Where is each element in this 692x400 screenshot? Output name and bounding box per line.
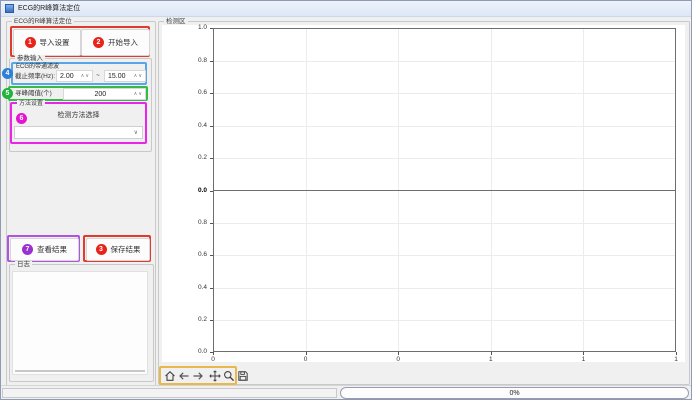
save-results-label: 保存结果 (111, 244, 141, 255)
progress-label: 0% (509, 390, 519, 397)
log-textarea[interactable] (12, 271, 148, 375)
log-group-title: 日志 (15, 261, 32, 269)
start-import-button[interactable]: 2 开始导入 (81, 29, 150, 56)
app-icon (5, 4, 14, 13)
progress-bar: 0% (340, 387, 689, 399)
log-scrollbar[interactable] (15, 370, 145, 372)
high-cutoff-value: 15.00 (105, 73, 134, 80)
annotation-badge-1: 1 (25, 37, 36, 48)
spinner-up-down-icon[interactable]: ∧∨ (81, 73, 92, 79)
app-window: ECG的R峰算法定位 ECG的R峰算法定位 1 导入设置 2 开始导入 参数输入… (0, 0, 692, 400)
zoom-icon[interactable] (223, 370, 235, 382)
annotation-box-toolbar (159, 366, 237, 385)
view-results-button[interactable]: 7 查看结果 (10, 238, 79, 261)
high-cutoff-spinbox[interactable]: 15.00 ∧∨ (104, 70, 146, 82)
cutoff-separator: ~ (96, 72, 100, 80)
peak-threshold-spinbox[interactable]: 200 ∧∨ (63, 88, 146, 100)
detection-plot-canvas[interactable] (162, 25, 685, 362)
spinner-up-down-icon[interactable]: ∧∨ (134, 91, 145, 97)
peak-threshold-label: 寻峰阈值(个) (15, 90, 52, 98)
bandpass-group-title: ECG的带通滤波 (16, 63, 59, 71)
window-title: ECG的R峰算法定位 (18, 4, 80, 13)
save-icon[interactable] (237, 370, 249, 382)
back-arrow-icon[interactable] (178, 370, 190, 382)
annotation-badge-2: 2 (93, 37, 104, 48)
low-cutoff-spinbox[interactable]: 2.00 ∧∨ (56, 70, 93, 82)
pan-icon[interactable] (209, 370, 221, 382)
annotation-badge-6: 6 (16, 113, 27, 124)
status-bar: 0% (1, 385, 691, 400)
title-bar: ECG的R峰算法定位 (1, 1, 691, 17)
view-results-label: 查看结果 (37, 244, 67, 255)
annotation-badge-7: 7 (22, 244, 33, 255)
home-icon[interactable] (164, 370, 176, 382)
status-message-field (2, 388, 337, 398)
forward-arrow-icon[interactable] (192, 370, 204, 382)
annotation-badge-4: 4 (2, 68, 13, 79)
low-cutoff-value: 2.00 (57, 73, 81, 80)
spinner-up-down-icon[interactable]: ∧∨ (134, 73, 145, 79)
method-combobox[interactable]: ∨ (14, 126, 143, 139)
cutoff-frequency-label: 截止频率(Hz): (15, 73, 55, 81)
annotation-badge-5: 5 (2, 88, 13, 99)
save-results-button[interactable]: 3 保存结果 (86, 238, 150, 261)
import-settings-button[interactable]: 1 导入设置 (13, 29, 81, 56)
peak-threshold-value: 200 (64, 91, 134, 98)
left-panel-group-title: ECG的R峰算法定位 (12, 18, 74, 26)
method-group-title: 方法设置 (17, 100, 45, 108)
method-select-label: 检测方法选择 (10, 110, 147, 120)
plot-toolbar (161, 368, 235, 382)
import-settings-label: 导入设置 (40, 37, 70, 48)
dropdown-chevron-icon: ∨ (134, 129, 142, 136)
annotation-badge-3: 3 (96, 244, 107, 255)
start-import-label: 开始导入 (108, 37, 138, 48)
